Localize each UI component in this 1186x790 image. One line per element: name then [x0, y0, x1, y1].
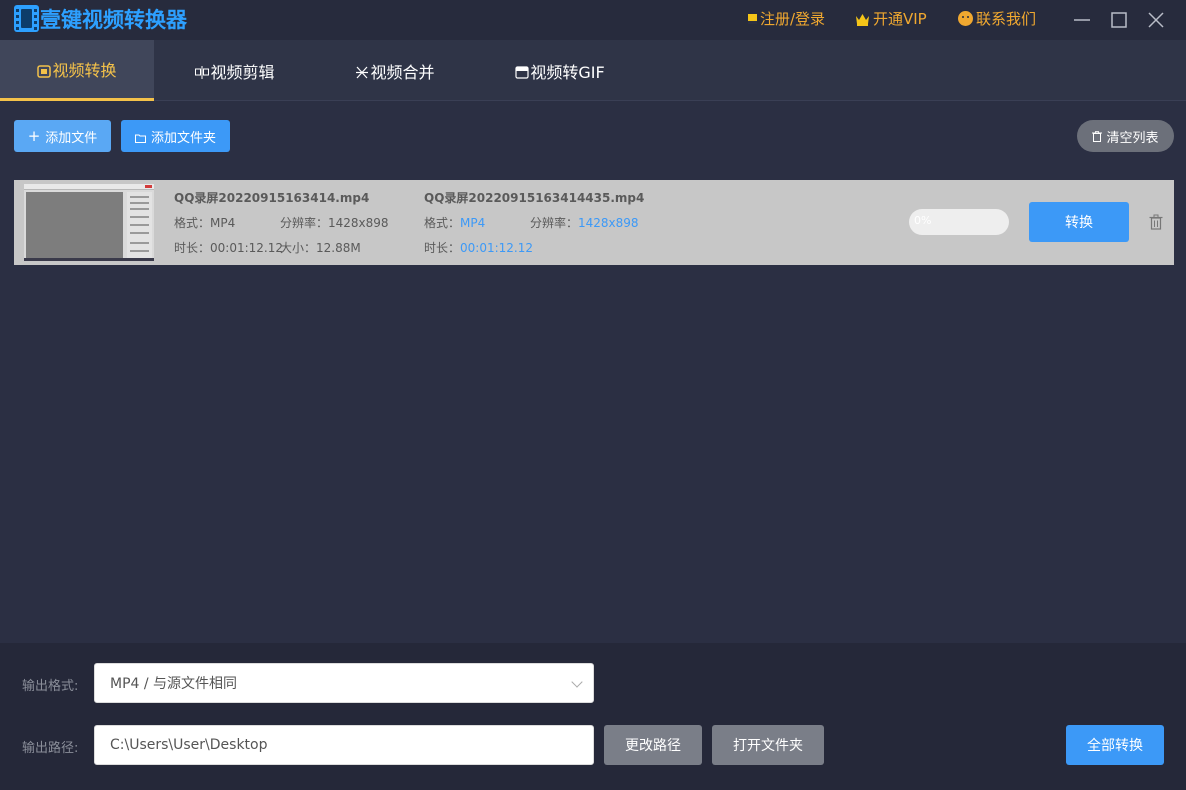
- tab-video-convert[interactable]: 视频转换: [0, 40, 154, 101]
- clear-list-button[interactable]: 清空列表: [1077, 120, 1174, 152]
- source-duration: 时长：00:01:12.12: [174, 239, 283, 256]
- video-thumbnail: [24, 184, 154, 261]
- merge-icon: [355, 64, 369, 77]
- gif-icon: [515, 64, 529, 77]
- convert-label: 转换: [1065, 212, 1093, 232]
- add-folder-label: 添加文件夹: [151, 127, 216, 146]
- contact-icon: [958, 11, 973, 26]
- output-resolution: 分辨率：1428x898: [530, 214, 639, 231]
- add-folder-button[interactable]: 添加文件夹: [121, 120, 230, 152]
- clear-list-label: 清空列表: [1106, 127, 1158, 146]
- output-duration: 时长：00:01:12.12: [424, 239, 533, 256]
- source-file-name: QQ录屏20220915163414.mp4: [174, 189, 369, 206]
- tab-bar: 视频转换 视频剪辑 视频合并 视频转GIF: [0, 40, 1186, 101]
- contact-link[interactable]: 联系我们: [958, 8, 1036, 29]
- add-file-button[interactable]: + 添加文件: [14, 120, 111, 152]
- output-format-value: MP4 / 与源文件相同: [110, 673, 237, 693]
- chevron-down-icon: [571, 676, 582, 687]
- contact-label: 联系我们: [976, 8, 1036, 29]
- vip-label: 开通VIP: [873, 8, 927, 29]
- maximize-icon[interactable]: [1108, 9, 1130, 31]
- cut-icon: [195, 64, 209, 77]
- output-settings-panel: 输出格式: MP4 / 与源文件相同 输出路径: C:\Users\User\D…: [0, 643, 1186, 790]
- convert-all-button[interactable]: 全部转换: [1066, 725, 1164, 765]
- source-resolution: 分辨率：1428x898: [280, 214, 389, 231]
- tab-video-edit[interactable]: 视频剪辑: [170, 40, 300, 101]
- register-login-label: 注册/登录: [760, 8, 825, 29]
- convert-icon: [37, 63, 51, 76]
- tab-label: 视频合并: [370, 59, 434, 83]
- crown-icon: [855, 12, 870, 25]
- convert-all-label: 全部转换: [1087, 735, 1143, 755]
- tab-label: 视频剪辑: [210, 59, 274, 83]
- app-title: 壹键视频转换器: [40, 4, 187, 34]
- tab-video-merge[interactable]: 视频合并: [330, 40, 460, 101]
- output-path-value: C:\Users\User\Desktop: [110, 737, 268, 753]
- open-folder-button[interactable]: 打开文件夹: [712, 725, 824, 765]
- output-path-label: 输出路径:: [22, 737, 78, 756]
- output-format-label: 输出格式:: [22, 675, 78, 694]
- source-format: 格式：MP4: [174, 214, 235, 231]
- change-path-label: 更改路径: [625, 735, 681, 755]
- title-bar: 壹键视频转换器 注册/登录 开通VIP 联系我们: [0, 0, 1186, 40]
- app-logo-icon: [14, 5, 39, 32]
- minimize-icon[interactable]: [1071, 9, 1093, 31]
- change-path-button[interactable]: 更改路径: [604, 725, 702, 765]
- open-folder-label: 打开文件夹: [733, 735, 803, 755]
- output-path-input[interactable]: C:\Users\User\Desktop: [94, 725, 594, 765]
- output-file-name: QQ录屏20220915163414435.mp4: [424, 189, 644, 206]
- tab-label: 视频转GIF: [530, 59, 604, 83]
- tab-video-to-gif[interactable]: 视频转GIF: [495, 40, 625, 101]
- vip-link[interactable]: 开通VIP: [855, 8, 927, 29]
- conversion-progress-bar: 0%: [909, 209, 1009, 235]
- delete-icon[interactable]: [1149, 214, 1163, 230]
- tab-label: 视频转换: [52, 57, 116, 81]
- trash-icon: [1092, 131, 1102, 142]
- output-format: 格式：MP4: [424, 214, 485, 231]
- close-icon[interactable]: [1145, 9, 1167, 31]
- file-list-item[interactable]: QQ录屏20220915163414.mp4 格式：MP4 分辨率：1428x8…: [14, 180, 1174, 265]
- convert-button[interactable]: 转换: [1029, 202, 1129, 242]
- output-format-select[interactable]: MP4 / 与源文件相同: [94, 663, 594, 703]
- user-icon: [748, 14, 757, 24]
- source-size: 大小：12.88M: [280, 239, 361, 256]
- progress-text: 0%: [914, 214, 931, 227]
- plus-icon: +: [28, 127, 41, 145]
- add-file-label: 添加文件: [45, 127, 97, 146]
- folder-icon: [135, 132, 146, 141]
- register-login-link[interactable]: 注册/登录: [748, 8, 825, 29]
